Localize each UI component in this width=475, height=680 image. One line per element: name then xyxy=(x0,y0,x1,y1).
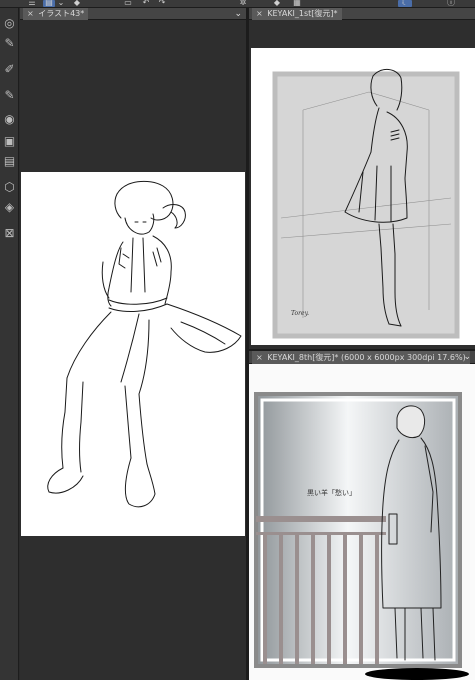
chevron-down-icon[interactable]: ⌄ xyxy=(463,351,471,364)
chevron-down-icon[interactable]: ⌄ xyxy=(234,8,242,20)
canvas-panel-illust43: × イラスト43* ⌄ xyxy=(20,8,246,680)
artwork-caption: 黒い羊「愁い」 xyxy=(307,489,356,497)
canvas-viewport[interactable]: 黒い羊「愁い」 xyxy=(249,364,475,680)
info-icon[interactable]: ⓘ xyxy=(446,0,456,7)
artist-signature: Torey. xyxy=(291,310,310,317)
canvas-tab-bar: × KEYAKI_8th[復元]* (6000 x 6000px 300dpi … xyxy=(249,351,475,364)
canvas-tab-label: イラスト43* xyxy=(38,9,85,18)
color-circle-icon[interactable]: ◉ xyxy=(2,112,17,127)
fill-icon[interactable]: ◆ xyxy=(72,0,82,7)
canvas-tab-illust43[interactable]: × イラスト43* xyxy=(23,8,89,20)
sketch-figure-standing xyxy=(272,69,460,339)
pen-pressure-icon[interactable]: ✎ xyxy=(2,36,17,51)
canvas-tab-bar: × KEYAKI_1st[復元]* xyxy=(249,8,475,20)
canvas-tab-keyaki-8th[interactable]: × KEYAKI_8th[復元]* (6000 x 6000px 300dpi … xyxy=(252,351,470,364)
canvas-icon[interactable]: ▤ xyxy=(2,154,17,169)
canvas-tab-keyaki-1st[interactable]: × KEYAKI_1st[復元]* xyxy=(252,8,342,20)
tool-palette: ◎ ✎ ✐ ✎ ◉ ▣ ▤ ⬡ ◈ ⊠ xyxy=(0,8,19,680)
canvas-viewport[interactable] xyxy=(20,20,246,680)
reference-icon[interactable]: ⊠ xyxy=(2,226,17,241)
settings-icon[interactable]: ✲ xyxy=(238,0,248,7)
undo-icon[interactable]: ↶ xyxy=(140,0,152,7)
brush-settings-icon[interactable]: ✐ xyxy=(2,62,17,77)
clip-studio-window: ☰ ▤ ⌄ ◆ ▭ ↶ ↷ ✲ ◆ ▦ ☾ ⓘ ◎ ✎ ✐ ✎ ◉ ▣ ▤ ⬡ … xyxy=(0,0,475,680)
canvas-panel-keyaki-8th: × KEYAKI_8th[復元]* (6000 x 6000px 300dpi … xyxy=(249,351,475,680)
brush-size-icon[interactable]: ✎ xyxy=(2,88,17,103)
canvas-tab-label: KEYAKI_1st[復元]* xyxy=(267,9,338,18)
illustration-window-scene xyxy=(254,392,469,680)
chevron-down-icon[interactable]: ⌄ xyxy=(57,0,65,7)
layers-stack-icon[interactable]: ◈ xyxy=(2,200,17,215)
canvas-tab-bar: × イラスト43* ⌄ xyxy=(20,8,246,20)
layers-icon[interactable]: ▤ xyxy=(43,0,55,7)
redo-icon[interactable]: ↷ xyxy=(158,0,166,7)
canvas-paper[interactable] xyxy=(21,172,245,536)
layer-property-icon[interactable]: ▣ xyxy=(2,134,17,149)
close-icon[interactable]: × xyxy=(256,9,263,18)
folder-icon[interactable]: ▭ xyxy=(122,0,134,7)
3d-box-icon[interactable]: ⬡ xyxy=(2,180,17,195)
command-bar: ☰ ▤ ⌄ ◆ ▭ ↶ ↷ ✲ ◆ ▦ ☾ ⓘ xyxy=(0,0,475,8)
canvas-panel-keyaki-1st: × KEYAKI_1st[復元]* Torey. xyxy=(249,8,475,349)
canvas-tab-label: KEYAKI_8th[復元]* (6000 x 6000px 300dpi 17… xyxy=(267,353,466,362)
transform-icon[interactable]: ◆ xyxy=(272,0,282,7)
menu-icon[interactable]: ☰ xyxy=(27,0,37,7)
close-icon[interactable]: × xyxy=(27,9,34,18)
sketch-figure-low-angle xyxy=(47,180,242,508)
close-icon[interactable]: × xyxy=(256,353,263,362)
canvas-paper[interactable]: 黒い羊「愁い」 xyxy=(249,364,475,680)
canvas-paper[interactable]: Torey. xyxy=(251,48,475,345)
ruler-icon[interactable]: ▦ xyxy=(292,0,302,7)
navigator-icon[interactable]: ◎ xyxy=(2,16,17,31)
moon-icon[interactable]: ☾ xyxy=(398,0,412,7)
canvas-viewport[interactable]: Torey. xyxy=(249,20,475,349)
